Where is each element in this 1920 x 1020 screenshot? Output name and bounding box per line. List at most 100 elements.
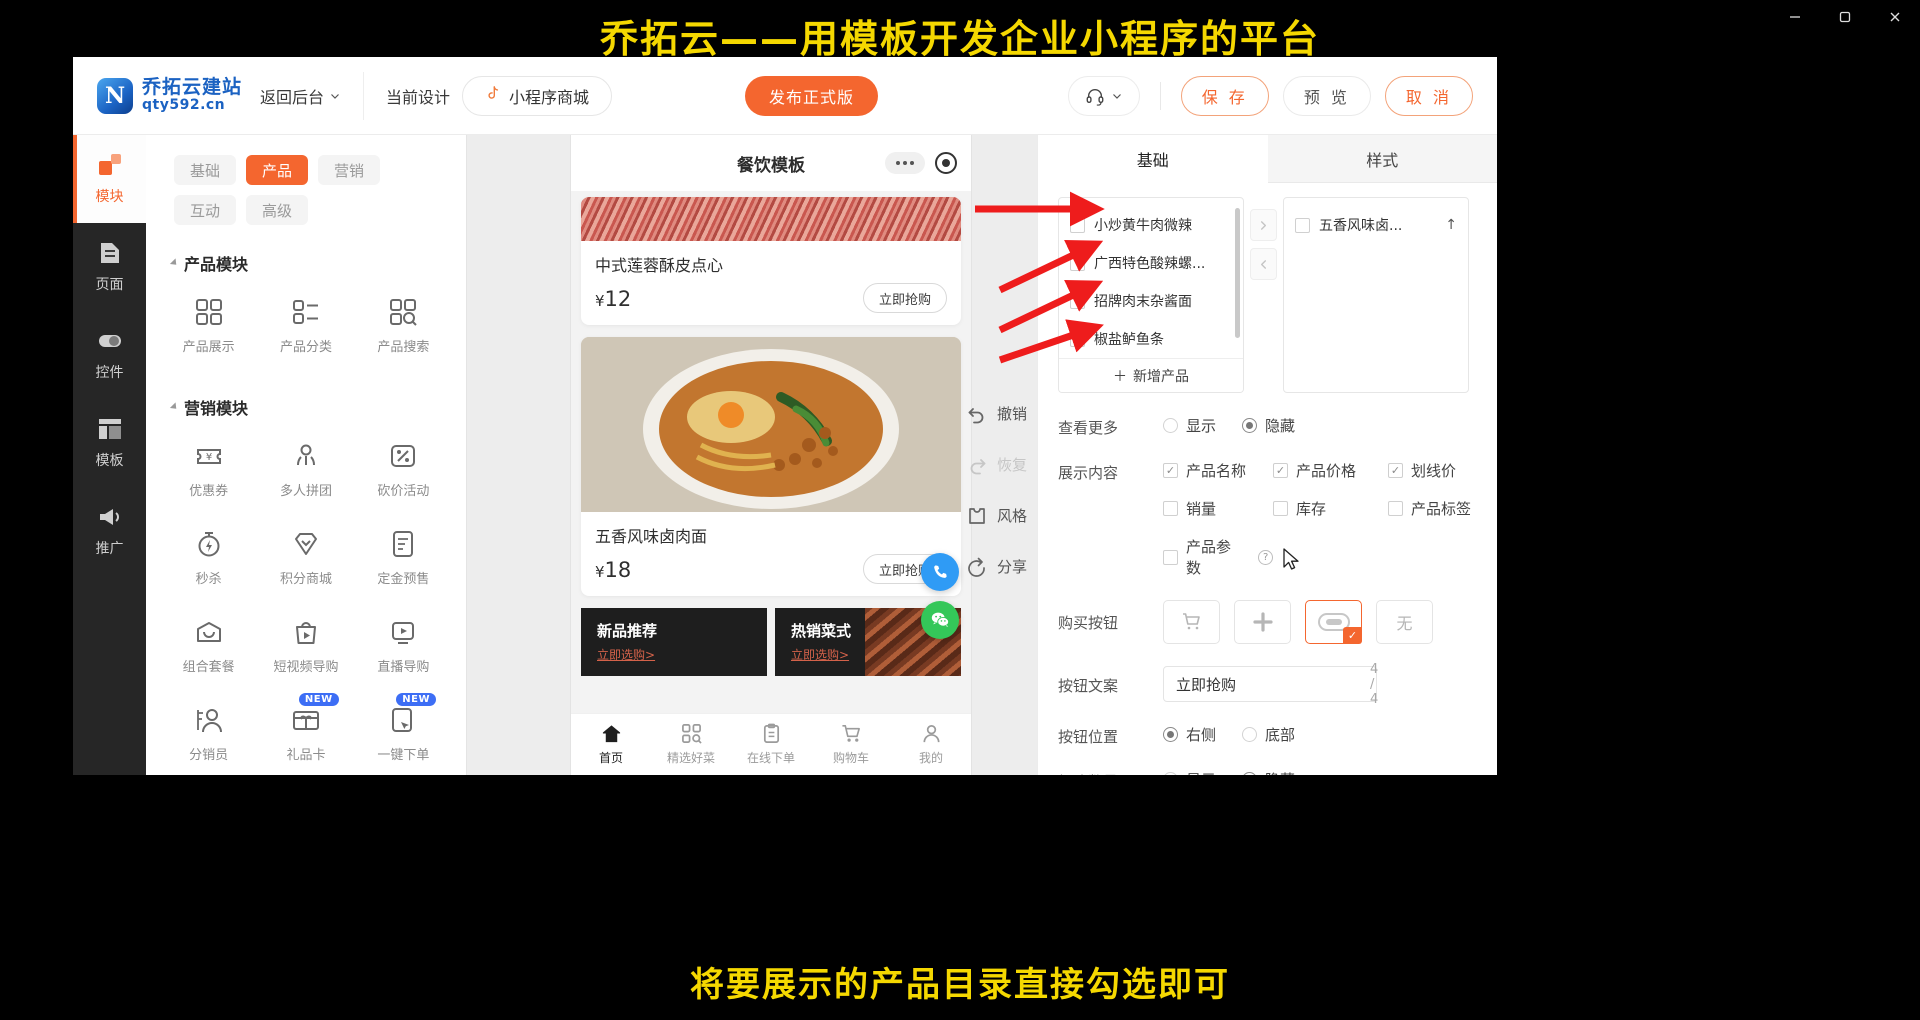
radio-position-bottom[interactable]: 底部 <box>1242 724 1295 745</box>
tab-basic[interactable]: 基础 <box>1038 135 1268 183</box>
item-checkbox[interactable] <box>1295 217 1310 233</box>
chip-basic[interactable]: 基础 <box>174 155 237 185</box>
chip-advanced[interactable]: 高级 <box>246 195 309 225</box>
target-icon[interactable] <box>935 152 957 174</box>
checkbox-product-price[interactable]: 产品价格 <box>1273 460 1388 481</box>
banner-new-products[interactable]: 新品推荐 立即选购> <box>581 608 767 676</box>
grid-search-icon <box>390 299 418 326</box>
current-design-selector[interactable]: 小程序商城 <box>462 75 613 116</box>
item-checkbox[interactable] <box>1070 293 1085 309</box>
cancel-button[interactable]: 取 消 <box>1384 75 1473 116</box>
support-button[interactable] <box>1067 75 1140 116</box>
tab-mine[interactable]: 我的 <box>891 723 971 766</box>
sidebar-item-promotion[interactable]: 推广 <box>73 487 146 575</box>
buy-style-none[interactable]: 无 <box>1376 600 1433 644</box>
add-quantity-radio-group: 显示 隐藏 <box>1163 769 1477 775</box>
transfer-source-item[interactable]: 招牌肉末杂酱面 <box>1059 282 1243 320</box>
combo-icon <box>196 622 221 642</box>
module-live-shopping[interactable]: 直播导购 <box>355 601 452 689</box>
tool-undo[interactable]: 撤销 <box>967 403 1037 424</box>
add-product-button[interactable]: ＋ 新增产品 <box>1059 358 1243 392</box>
sidebar-item-modules[interactable]: 模块 <box>73 135 146 223</box>
checkbox-product-params[interactable]: 产品参数 ? <box>1163 536 1273 578</box>
module-product-search[interactable]: 产品搜索 <box>355 281 452 369</box>
checkbox-sales[interactable]: 销量 <box>1163 498 1273 519</box>
radio-view-more-hide[interactable]: 隐藏 <box>1242 415 1295 436</box>
close-icon[interactable] <box>1870 0 1920 34</box>
checkbox-stock[interactable]: 库存 <box>1273 498 1388 519</box>
sidebar-item-templates[interactable]: 模板 <box>73 399 146 487</box>
item-checkbox[interactable] <box>1070 255 1085 271</box>
item-checkbox[interactable] <box>1070 331 1085 347</box>
module-points-mall[interactable]: 积分商城 <box>257 513 354 601</box>
module-presale[interactable]: 定金预售 <box>355 513 452 601</box>
product-card[interactable]: 中式莲蓉酥皮点心 ¥12 立即抢购 <box>581 197 961 325</box>
module-one-click-order[interactable]: NEW 一键下单 <box>355 689 452 775</box>
ellipsis-icon[interactable] <box>885 152 925 174</box>
button-text-field[interactable]: 4 / 4 <box>1163 662 1378 707</box>
tab-online-order[interactable]: 在线下单 <box>731 723 811 766</box>
publish-button[interactable]: 发布正式版 <box>745 75 879 116</box>
transfer-source-item[interactable]: 椒盐鲈鱼条 <box>1059 320 1243 358</box>
module-gift-card[interactable]: NEW 礼品卡 <box>257 689 354 775</box>
transfer-source-item[interactable]: 小炒黄牛肉微辣 <box>1059 206 1243 244</box>
item-checkbox[interactable] <box>1070 217 1085 233</box>
buy-style-pill[interactable]: ✓ <box>1305 600 1362 644</box>
minimize-icon[interactable] <box>1770 0 1820 34</box>
maximize-icon[interactable] <box>1820 0 1870 34</box>
radio-quantity-hide[interactable]: 隐藏 <box>1242 769 1295 775</box>
tab-featured-dishes[interactable]: 精选好菜 <box>651 723 731 766</box>
checkbox-label: 产品价格 <box>1296 462 1357 480</box>
module-flash-sale[interactable]: 秒杀 <box>160 513 257 601</box>
module-coupon[interactable]: ¥ 优惠券 <box>160 425 257 513</box>
preview-button[interactable]: 预 览 <box>1282 75 1371 116</box>
phone-call-fab[interactable] <box>921 553 959 591</box>
move-right-button[interactable] <box>1250 209 1277 241</box>
chip-product[interactable]: 产品 <box>246 155 309 185</box>
tool-share[interactable]: 分享 <box>967 556 1037 577</box>
module-product-display[interactable]: 产品展示 <box>160 281 257 369</box>
save-button[interactable]: 保 存 <box>1180 75 1269 116</box>
wechat-fab[interactable] <box>921 601 959 639</box>
module-bargain[interactable]: 砍价活动 <box>355 425 452 513</box>
checkbox-product-name[interactable]: 产品名称 <box>1163 460 1273 481</box>
checkbox-strikethrough-price[interactable]: 划线价 <box>1388 460 1477 481</box>
module-distributor[interactable]: 分销员 <box>160 689 257 775</box>
buy-style-cart[interactable] <box>1163 600 1220 644</box>
move-left-button[interactable] <box>1250 248 1277 280</box>
section-title-marketing[interactable]: 营销模块 <box>146 395 466 419</box>
radio-position-right[interactable]: 右侧 <box>1163 724 1216 745</box>
buy-button[interactable]: 立即抢购 <box>862 283 947 313</box>
arrow-up-icon[interactable]: ↑ <box>1445 217 1457 233</box>
add-product-label: 新增产品 <box>1133 368 1189 385</box>
transfer-scrollbar[interactable] <box>1235 208 1240 338</box>
brand-logo[interactable]: N 乔拓云建站 qty592.cn <box>73 77 242 114</box>
tab-cart[interactable]: 购物车 <box>811 723 891 766</box>
tab-home[interactable]: 首页 <box>571 723 651 766</box>
sidebar-item-pages[interactable]: 页面 <box>73 223 146 311</box>
buy-style-plus[interactable] <box>1234 600 1291 644</box>
module-combo[interactable]: 组合套餐 <box>160 601 257 689</box>
product-card[interactable]: 五香风味卤肉面 ¥18 立即抢购 <box>581 337 961 596</box>
section-title-product[interactable]: 产品模块 <box>146 251 466 275</box>
tool-style[interactable]: 风格 <box>967 505 1037 526</box>
tool-redo[interactable]: 恢复 <box>967 454 1037 475</box>
chip-marketing[interactable]: 营销 <box>318 155 381 185</box>
chip-interactive[interactable]: 互动 <box>174 195 237 225</box>
sidebar-item-widgets[interactable]: 控件 <box>73 311 146 399</box>
radio-quantity-show[interactable]: 显示 <box>1163 769 1216 775</box>
tab-style[interactable]: 样式 <box>1267 135 1497 183</box>
checkbox-product-tag[interactable]: 产品标签 <box>1388 498 1477 519</box>
module-video-shopping[interactable]: 短视频导购 <box>257 601 354 689</box>
checkbox-box <box>1388 501 1403 516</box>
transfer-target-item[interactable]: 五香风味卤... ↑ <box>1284 206 1468 244</box>
back-to-admin-button[interactable]: 返回后台 <box>260 84 341 108</box>
button-text-input[interactable] <box>1176 675 1370 693</box>
transfer-source-item[interactable]: 广西特色酸辣螺... <box>1059 244 1243 282</box>
floating-buttons <box>921 553 959 639</box>
help-icon[interactable]: ? <box>1258 549 1273 565</box>
module-product-category[interactable]: 产品分类 <box>257 281 354 369</box>
radio-view-more-show[interactable]: 显示 <box>1163 415 1216 436</box>
module-group-buy[interactable]: 多人拼团 <box>257 425 354 513</box>
setting-row-display-content: 展示内容 产品名称 产品价格 划线价 <box>1038 460 1497 578</box>
